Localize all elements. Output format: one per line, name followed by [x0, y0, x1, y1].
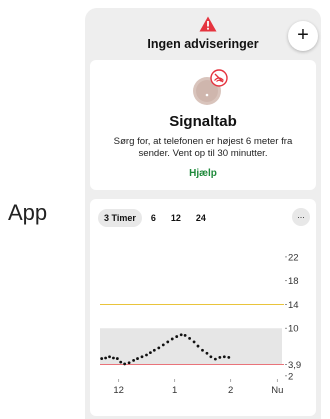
glucose-reading-point — [104, 356, 107, 360]
glucose-reading-point — [222, 355, 226, 359]
alert-title: Ingen adviseringer — [147, 37, 259, 51]
signal-loss-message: Sørg for, at telefonen er højest 6 meter… — [113, 136, 293, 159]
phone-screen: Ingen adviseringer + Signaltab Sørg for,… — [85, 8, 321, 419]
glucose-reading-point — [136, 357, 139, 360]
glucose-reading-point — [175, 335, 179, 338]
glucose-reading-point — [108, 355, 111, 359]
glucose-reading-point — [115, 357, 119, 360]
sensor-signal-lost-icon — [193, 69, 228, 105]
y-tick-label: 3,9 — [288, 360, 301, 371]
glucose-reading-point — [170, 337, 174, 341]
help-link[interactable]: Hjælp — [90, 168, 316, 179]
glucose-reading-point — [192, 340, 196, 344]
signal-loss-card: Signaltab Sørg for, at telefonen er høje… — [90, 60, 316, 190]
glucose-reading-point — [145, 353, 148, 357]
glucose-reading-point — [119, 360, 123, 364]
glucose-reading-point — [100, 357, 104, 360]
glucose-reading-point — [127, 361, 131, 365]
target-range-band — [100, 328, 282, 365]
glucose-reading-point — [213, 357, 217, 361]
glucose-reading-point — [166, 340, 170, 344]
glucose-reading-point — [183, 333, 187, 337]
glucose-reading-point — [123, 362, 127, 366]
glucose-reading-point — [209, 355, 213, 359]
glucose-reading-point — [152, 348, 156, 352]
y-tick-label: 18 — [288, 276, 299, 287]
y-tick-label: 10 — [288, 324, 299, 335]
glucose-reading-point — [227, 355, 231, 359]
add-button[interactable]: + — [288, 21, 318, 51]
side-label-app: App — [8, 200, 48, 225]
signal-loss-title: Signaltab — [169, 113, 237, 130]
x-tick-label: 2 — [228, 385, 233, 396]
glucose-reading-point — [112, 356, 115, 360]
glucose-reading-point — [188, 336, 191, 340]
glucose-reading-point — [161, 343, 165, 347]
glucose-chart-card: 3 Timer 6 12 24 ... 22 18 14 10 3,9 2 12 1 2 Nu — [90, 199, 316, 416]
glucose-reading-point — [196, 344, 200, 348]
glucose-reading-point — [149, 351, 152, 355]
y-tick-label: 14 — [288, 300, 299, 311]
glucose-chart: 221814103,9212 1 2 Nu — [100, 252, 301, 396]
glucose-reading-point — [201, 348, 204, 352]
glucose-reading-point — [132, 358, 135, 362]
glucose-reading-point — [179, 333, 183, 337]
x-tick-label: Nu — [271, 385, 283, 396]
y-tick-label: 22 — [288, 252, 299, 263]
y-tick-label: 2 — [288, 371, 293, 382]
glucose-reading-point — [140, 355, 144, 359]
glucose-reading-point — [218, 355, 222, 359]
x-tick-label: 12 — [113, 385, 124, 396]
glucose-reading-point — [157, 346, 161, 350]
glucose-reading-point — [205, 351, 209, 355]
alert-triangle-icon — [199, 16, 217, 32]
x-tick-label: 1 — [172, 385, 177, 396]
